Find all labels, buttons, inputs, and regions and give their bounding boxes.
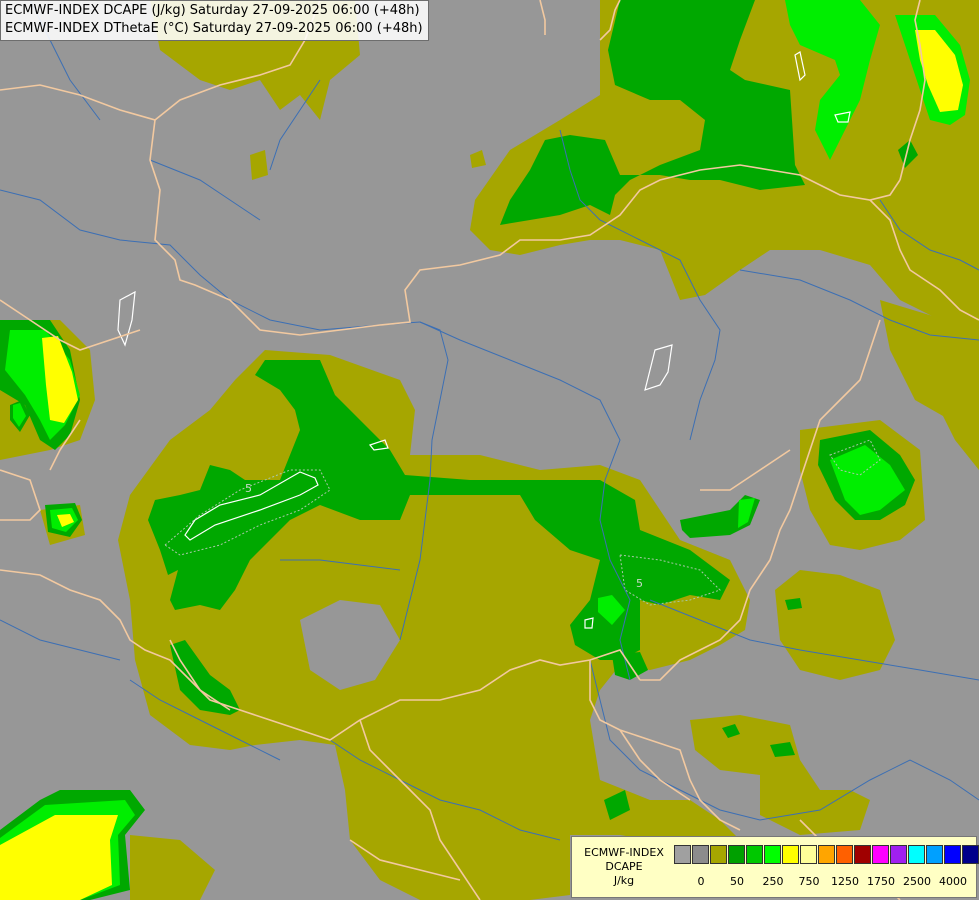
legend-swatch — [854, 845, 871, 864]
legend-swatch — [836, 845, 853, 864]
legend-swatch — [872, 845, 889, 864]
legend-tick-label: 1250 — [831, 875, 859, 888]
legend-tick-label: 250 — [762, 875, 784, 888]
legend-swatch — [908, 845, 925, 864]
legend-swatch — [674, 845, 691, 864]
legend-swatch — [818, 845, 835, 864]
legend-swatch — [728, 845, 745, 864]
legend-tick-label: 4000 — [939, 875, 967, 888]
legend-parameter: DCAPE — [605, 860, 643, 873]
legend-swatch — [710, 845, 727, 864]
legend-swatch — [890, 845, 907, 864]
legend-swatch — [944, 845, 961, 864]
legend-swatch — [962, 845, 979, 864]
legend-ticks: 0 50 250 750 1250 1750 2500 4000 — [674, 875, 974, 889]
legend-swatch — [746, 845, 763, 864]
legend-unit: J/kg — [613, 874, 635, 887]
title-dthetae: ECMWF-INDEX DThetaE (°C) Saturday 27-09-… — [5, 21, 423, 36]
contour-label-west: 5 — [245, 482, 252, 495]
legend-swatch — [782, 845, 799, 864]
legend-tick-label: 50 — [730, 875, 744, 888]
legend-tick-label: 0 — [697, 875, 705, 888]
legend-model: ECMWF-INDEX — [584, 846, 664, 859]
color-legend: ECMWF-INDEX DCAPE J/kg 0 50 250 750 1250 1750… — [571, 836, 979, 898]
title-dcape: ECMWF-INDEX DCAPE (J/kg) Saturday 27-09-… — [5, 3, 420, 18]
dcape-map: 5 5 — [0, 0, 979, 900]
legend-label: ECMWF-INDEX DCAPE J/kg — [576, 846, 672, 888]
legend-tick-label: 2500 — [903, 875, 931, 888]
map-title-box: ECMWF-INDEX DCAPE (J/kg) Saturday 27-09-… — [0, 0, 429, 41]
legend-tick-label: 750 — [798, 875, 820, 888]
contour-label-east: 5 — [636, 577, 643, 590]
legend-swatch — [800, 845, 817, 864]
legend-swatch — [692, 845, 709, 864]
legend-swatch — [926, 845, 943, 864]
legend-swatch — [764, 845, 781, 864]
legend-tick-label: 1750 — [867, 875, 895, 888]
legend-swatches — [674, 845, 979, 866]
